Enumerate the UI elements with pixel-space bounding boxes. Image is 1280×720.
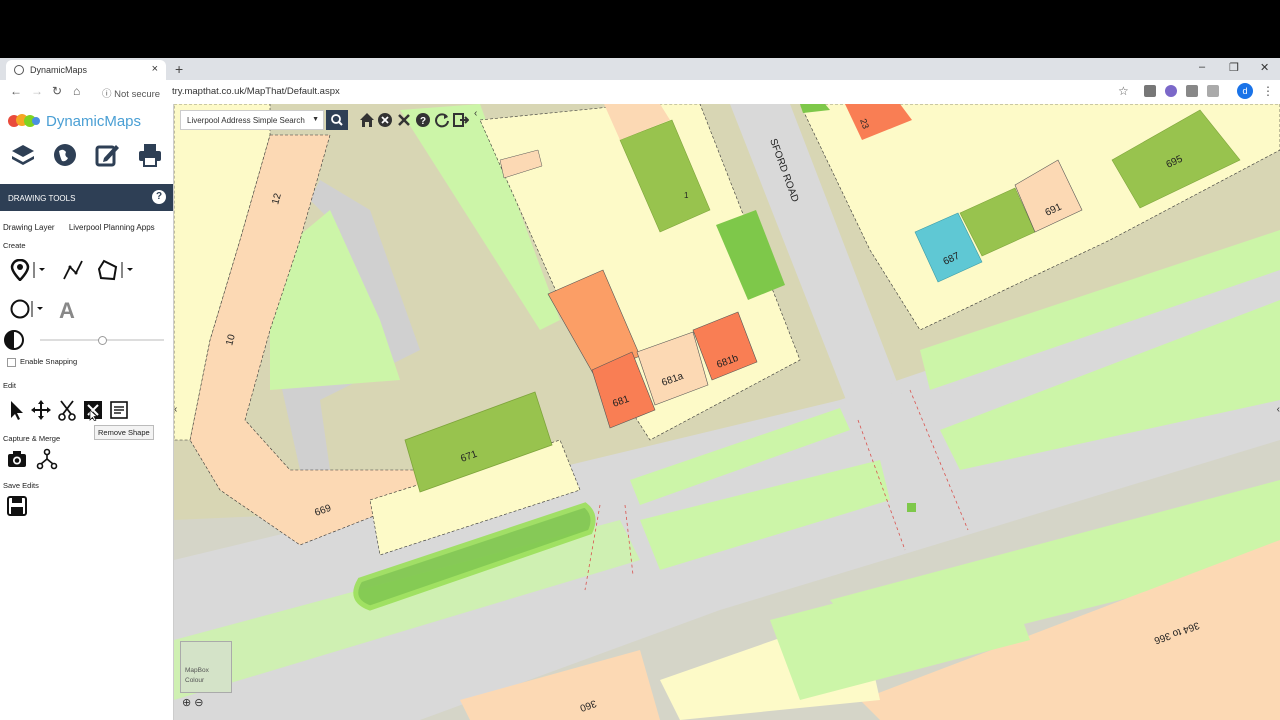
label-1: 1 <box>684 191 689 200</box>
opacity-slider[interactable] <box>40 336 164 345</box>
search-icon <box>331 114 343 126</box>
snapping-label: Enable Snapping <box>20 357 78 366</box>
security-indicator[interactable]: ⓘ Not secure <box>102 86 160 100</box>
main-toolbar <box>10 142 165 172</box>
camera-icon[interactable] <box>6 448 28 470</box>
chevron-down-icon: ▼ <box>312 116 319 123</box>
create-section-title: Create <box>3 241 26 250</box>
browser-chrome: DynamicMaps × + – ❐ ✕ ← → ↻ ⌂ ⓘ Not secu… <box>0 58 1280 104</box>
capture-section-title: Capture & Merge <box>3 434 61 443</box>
back-icon[interactable]: ← <box>10 84 22 98</box>
save-section-title: Save Edits <box>3 481 39 490</box>
remove-shape-tooltip: Remove Shape <box>94 425 154 440</box>
logo-mark-icon <box>8 114 40 127</box>
browser-tab[interactable]: DynamicMaps × <box>6 60 166 80</box>
point-marker-icon[interactable] <box>10 259 50 281</box>
tab-strip: DynamicMaps × + – ❐ ✕ <box>0 58 1280 80</box>
attributes-icon[interactable] <box>109 399 131 421</box>
remove-shape-icon[interactable] <box>82 399 104 421</box>
clear-circle-icon[interactable] <box>377 112 393 128</box>
app-logo: DynamicMaps <box>8 110 168 134</box>
minimize-icon[interactable]: – <box>1199 61 1205 73</box>
screen-top-bar <box>0 0 1280 58</box>
zoom-controls: ⊕ ⊖ <box>182 696 204 709</box>
opacity-icon[interactable] <box>3 329 25 351</box>
refresh-icon[interactable] <box>434 112 450 128</box>
basemap-label-2: Colour <box>185 677 205 684</box>
edit-section-title: Edit <box>3 381 16 390</box>
new-tab-button[interactable]: + <box>175 61 183 77</box>
basemap-label-1: MapBox <box>185 667 209 674</box>
address-search-select[interactable]: Liverpool Address Simple Search ▼ <box>180 110 324 130</box>
globe-tool-icon[interactable] <box>52 142 78 168</box>
zoom-in-icon[interactable]: ⊕ <box>182 697 191 709</box>
polyline-icon[interactable] <box>62 259 84 281</box>
cut-icon[interactable] <box>56 399 78 421</box>
forward-icon[interactable]: → <box>31 84 43 98</box>
menu-icon[interactable]: ⋮ <box>1262 84 1274 98</box>
basemap-switcher[interactable]: MapBox Colour <box>180 641 232 693</box>
profile-avatar[interactable]: d <box>1237 83 1253 99</box>
extension-pdf-icon[interactable] <box>1186 85 1198 97</box>
circle-icon[interactable] <box>10 298 50 320</box>
select-arrow-icon[interactable] <box>6 399 28 421</box>
close-icon[interactable] <box>396 112 412 128</box>
extension-g-icon[interactable] <box>1144 85 1156 97</box>
logo-text: DynamicMaps <box>46 113 142 130</box>
tab-liverpool-planning-apps[interactable]: Liverpool Planning Apps <box>69 223 155 232</box>
tab-title: DynamicMaps <box>30 65 88 75</box>
svg-text:?: ? <box>420 116 426 127</box>
globe-icon <box>14 65 24 75</box>
snapping-checkbox[interactable] <box>7 357 16 367</box>
text-icon[interactable]: A <box>57 298 79 320</box>
layer-tabs: Drawing Layer Liverpool Planning Apps <box>3 223 167 232</box>
search-select-value: Liverpool Address Simple Search <box>187 116 305 125</box>
collapse-toolbar-icon[interactable]: ‹ <box>474 108 477 119</box>
merge-icon[interactable] <box>36 448 58 470</box>
bookmark-star-icon[interactable]: ☆ <box>1118 84 1129 98</box>
extension-circle-icon[interactable] <box>1165 85 1177 97</box>
layers-icon[interactable] <box>10 142 36 168</box>
move-icon[interactable] <box>30 399 52 421</box>
logout-icon[interactable] <box>453 112 469 128</box>
home-map-icon[interactable] <box>359 112 375 128</box>
address-bar-row: ← → ↻ ⌂ ⓘ Not secure try.mapthat.co.uk/M… <box>0 80 1280 104</box>
enable-snapping[interactable]: Enable Snapping <box>7 357 77 367</box>
close-tab-icon[interactable]: × <box>152 63 158 75</box>
search-button[interactable] <box>326 110 348 130</box>
close-window-icon[interactable]: ✕ <box>1260 61 1269 74</box>
collapse-right-panel-icon[interactable]: ‹ <box>1277 404 1280 415</box>
url-text: try.mapthat.co.uk/MapThat/Default.aspx <box>172 86 340 97</box>
restore-icon[interactable]: ❐ <box>1229 61 1239 74</box>
save-icon[interactable] <box>6 495 28 517</box>
edit-icon[interactable] <box>94 142 120 168</box>
help-icon[interactable]: ? <box>152 190 166 204</box>
home-icon[interactable]: ⌂ <box>73 84 80 98</box>
print-icon[interactable] <box>137 142 163 168</box>
polygon-icon[interactable] <box>98 259 138 281</box>
drawing-tools-header: DRAWING TOOLS ? <box>0 184 173 211</box>
reload-icon[interactable]: ↻ <box>52 84 62 98</box>
tab-drawing-layer[interactable]: Drawing Layer <box>3 223 55 232</box>
panel-title: DRAWING TOOLS <box>8 194 76 203</box>
omnibox[interactable]: ⓘ Not secure try.mapthat.co.uk/MapThat/D… <box>96 82 1136 102</box>
svg-text:A: A <box>59 298 75 320</box>
help-circle-icon[interactable]: ? <box>415 112 431 128</box>
map-canvas[interactable]: SFORD ROAD 23 1 695 691 687 12 10 681b 6… <box>174 104 1280 720</box>
map-view[interactable]: SFORD ROAD 23 1 695 691 687 12 10 681b 6… <box>174 104 1280 720</box>
collapse-left-panel-icon[interactable]: ‹ <box>174 404 177 415</box>
opacity-slider-handle[interactable] <box>98 336 107 345</box>
extension-c-icon[interactable] <box>1207 85 1219 97</box>
map-marker-square[interactable] <box>907 503 916 512</box>
tools-sidebar: DynamicMaps DRAWING TOOLS ? Drawing Laye… <box>0 104 174 720</box>
zoom-out-icon[interactable]: ⊖ <box>194 697 203 709</box>
